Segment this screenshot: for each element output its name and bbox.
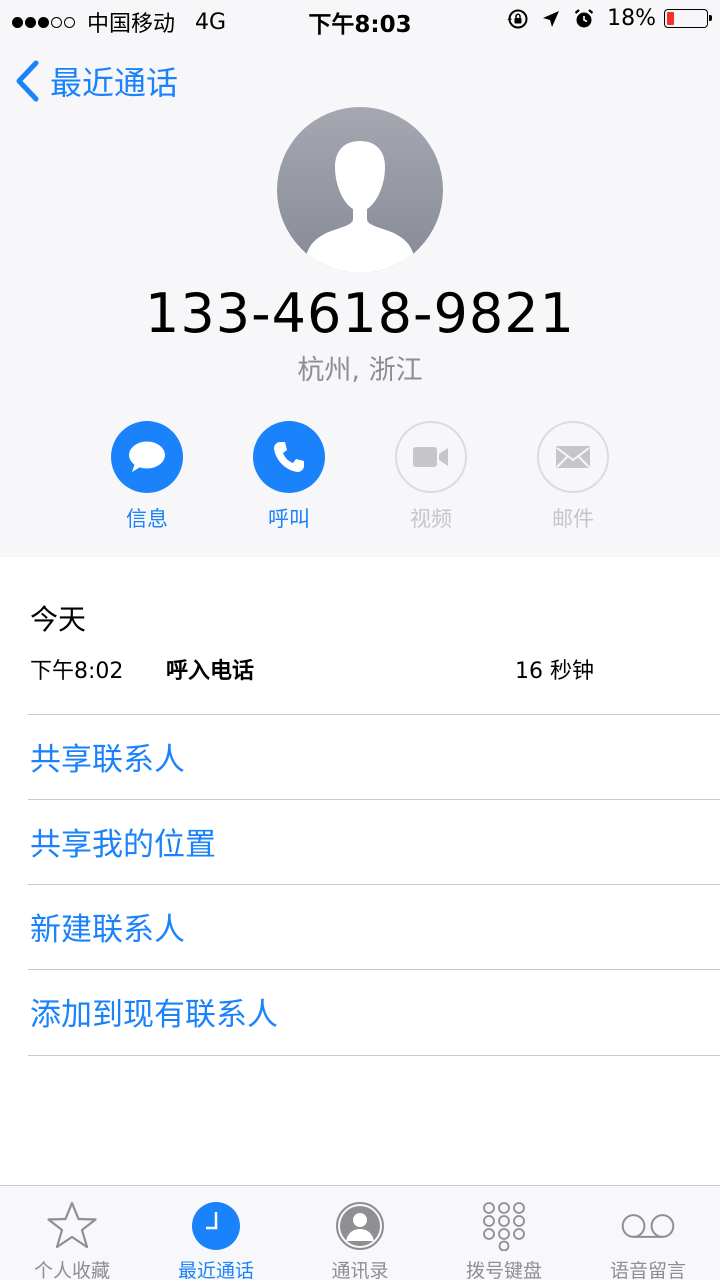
voicemail-icon (620, 1198, 676, 1254)
call-type: 呼入电话 (166, 659, 255, 684)
phone-icon (274, 442, 304, 472)
message-icon (129, 441, 165, 472)
share-location-button[interactable]: 共享我的位置 (30, 799, 720, 883)
mail-button-circle (537, 421, 609, 493)
back-label: 最近通话 (50, 64, 179, 102)
chevron-left-icon (16, 60, 39, 102)
call-action-button[interactable]: 呼叫 (253, 421, 325, 531)
tab-voicemail[interactable]: 语音留言 (578, 1186, 718, 1280)
video-icon (413, 447, 448, 467)
battery-tip (709, 15, 712, 21)
phone-number: 133-4618-9821 (145, 282, 575, 345)
call-duration: 16 秒钟 (515, 659, 594, 684)
call-action-label: 呼叫 (268, 507, 310, 531)
new-contact-button[interactable]: 新建联系人 (30, 884, 720, 968)
share-contact-button[interactable]: 共享联系人 (30, 714, 720, 798)
clock-icon (188, 1198, 244, 1254)
keypad-icon (476, 1198, 532, 1254)
battery-level (667, 12, 674, 25)
tab-favorites-label: 个人收藏 (33, 1260, 110, 1280)
tab-favorites[interactable]: 个人收藏 (2, 1186, 142, 1280)
message-action-label: 信息 (126, 507, 168, 531)
video-button-circle (395, 421, 467, 493)
call-button-circle (253, 421, 325, 493)
tab-recents[interactable]: 最近通话 (146, 1186, 286, 1280)
divider (28, 1055, 720, 1056)
battery-icon (664, 9, 712, 28)
phone-screen: 中国移动 4G 下午8:03 18% 最近通话 133-4618-9821 杭州… (0, 0, 720, 1280)
tab-recents-label: 最近通话 (177, 1260, 254, 1280)
rotation-lock-icon (507, 8, 529, 30)
tab-keypad[interactable]: 拨号键盘 (434, 1186, 574, 1280)
message-action-button[interactable]: 信息 (111, 421, 183, 531)
tab-keypad-label: 拨号键盘 (465, 1260, 542, 1280)
tab-contacts-label: 通讯录 (331, 1260, 389, 1280)
location-arrow-icon (541, 9, 561, 29)
video-action-label: 视频 (410, 507, 452, 531)
message-button-circle (111, 421, 183, 493)
battery-percent: 18% (607, 6, 656, 31)
history-day-label: 今天 (30, 603, 87, 636)
mail-icon (556, 446, 590, 468)
status-right: 18% (507, 6, 712, 31)
caller-location: 杭州, 浙江 (297, 355, 423, 386)
video-action-button: 视频 (395, 421, 467, 531)
tab-contacts[interactable]: 通讯录 (290, 1186, 430, 1280)
mail-action-button: 邮件 (537, 421, 609, 531)
back-button[interactable]: 最近通话 (14, 58, 178, 104)
status-bar: 中国移动 4G 下午8:03 18% (0, 0, 720, 40)
tab-voicemail-label: 语音留言 (609, 1260, 686, 1280)
star-icon (44, 1198, 100, 1254)
contacts-icon (332, 1198, 388, 1254)
mail-action-label: 邮件 (552, 507, 594, 531)
contact-avatar (277, 107, 443, 273)
add-to-existing-contact-button[interactable]: 添加到现有联系人 (30, 969, 720, 1053)
person-silhouette-icon (307, 141, 413, 273)
call-time: 下午8:02 (30, 659, 124, 684)
alarm-icon (573, 8, 595, 30)
tab-bar: 个人收藏 最近通话 通讯录 拨号键盘 语音留言 (0, 1185, 720, 1280)
